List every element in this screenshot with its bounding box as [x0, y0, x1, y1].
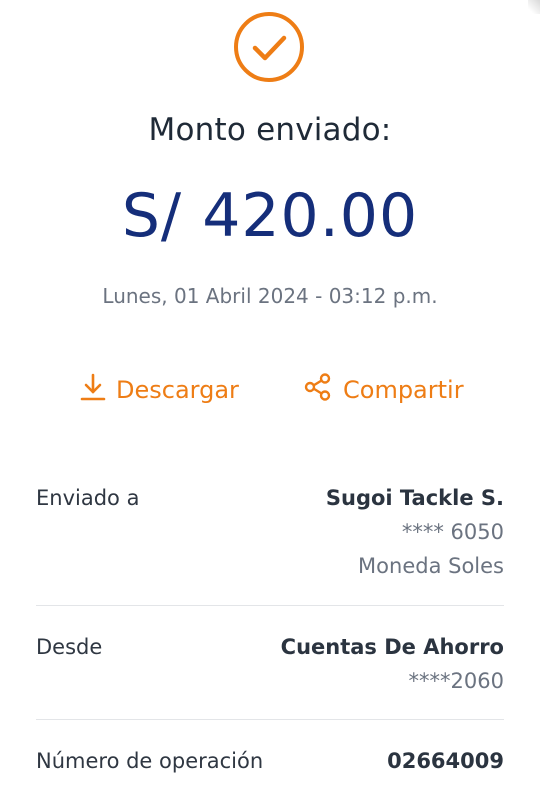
- check-circle-icon: [233, 11, 305, 83]
- download-icon: [80, 372, 106, 408]
- operation-label: Número de operación: [36, 749, 264, 773]
- amount-value: S/ 420.00: [121, 181, 419, 251]
- source-account-name: Cuentas De Ahorro: [280, 635, 504, 659]
- actions-bar: Descargar Compartir: [0, 372, 540, 412]
- transaction-datetime: Lunes, 01 Abril 2024 - 03:12 p.m.: [102, 284, 438, 308]
- download-label: Descargar: [116, 376, 239, 404]
- sent-to-values: Sugoi Tackle S. **** 6050 Moneda Soles: [326, 486, 504, 578]
- operation-number: 02664009: [387, 749, 504, 773]
- operation-values: 02664009: [387, 749, 504, 773]
- from-label: Desde: [36, 635, 103, 659]
- from-values: Cuentas De Ahorro ****2060: [281, 635, 504, 693]
- divider: [36, 605, 504, 606]
- recipient-account: **** 6050: [401, 520, 504, 544]
- download-button[interactable]: Descargar: [80, 372, 239, 408]
- source-account-number: ****2060: [408, 669, 504, 693]
- divider: [36, 719, 504, 720]
- share-label: Compartir: [343, 376, 464, 404]
- page-title: Monto enviado:: [148, 112, 392, 148]
- sent-to-label: Enviado a: [36, 486, 140, 510]
- corner-shade: [528, 0, 540, 14]
- recipient-name: Sugoi Tackle S.: [325, 486, 504, 510]
- share-icon: [303, 372, 333, 408]
- recipient-currency: Moneda Soles: [358, 554, 504, 578]
- share-button[interactable]: Compartir: [303, 372, 464, 408]
